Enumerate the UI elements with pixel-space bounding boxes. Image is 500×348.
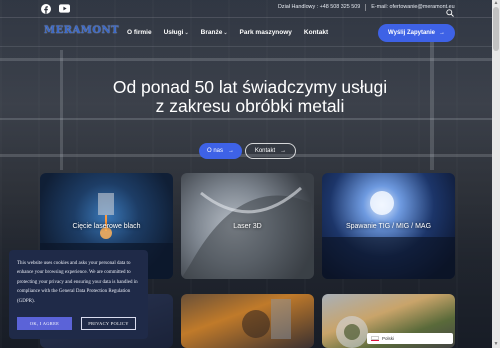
nav-item-o-firmie[interactable]: O firmie: [127, 29, 152, 36]
nav-item-label: Park maszynowy: [239, 29, 292, 36]
cookie-consent-banner: This website uses cookies and asks your …: [9, 250, 148, 339]
youtube-icon[interactable]: [59, 3, 70, 14]
main-navigation: MERAMONT O firmie Usługi⌄ Branże⌄ Park m…: [0, 17, 492, 47]
scroll-down-icon[interactable]: ▼: [492, 341, 500, 348]
logo-text: MERAMONT: [44, 25, 120, 36]
card-label: Laser 3D: [233, 223, 262, 230]
contact-button-label: Kontakt: [254, 148, 276, 154]
cookie-agree-button[interactable]: OK, I AGREE: [17, 317, 72, 330]
top-bar: Dział Handlowy : +48 508 325 509 E-mail:…: [0, 0, 492, 17]
nav-item-kontakt[interactable]: Kontakt: [304, 29, 328, 36]
contact-info: Dział Handlowy : +48 508 325 509 E-mail:…: [278, 4, 455, 11]
arrow-right-icon: →: [280, 148, 287, 154]
nav-item-uslugi[interactable]: Usługi⌄: [164, 29, 189, 36]
nav-menu: O firmie Usługi⌄ Branże⌄ Park maszynowy …: [127, 29, 328, 36]
cookie-text: This website uses cookies and asks your …: [17, 261, 138, 304]
privacy-policy-button[interactable]: PRIVACY POLICY: [81, 317, 136, 330]
logo[interactable]: MERAMONT: [44, 25, 120, 41]
nav-item-label: O firmie: [127, 29, 152, 36]
nav-item-branze[interactable]: Branże⌄: [201, 29, 228, 36]
hero-headline: Od ponad 50 lat świadczymy usługi z zakr…: [112, 77, 388, 116]
about-button-label: O nas: [206, 148, 223, 154]
nav-item-park-maszynowy[interactable]: Park maszynowy: [240, 29, 292, 36]
language-label: Polski: [382, 336, 395, 341]
chevron-down-icon: ⌄: [223, 30, 228, 36]
send-inquiry-label: Wyślij Zapytanie: [388, 30, 435, 36]
poland-flag-icon: [371, 336, 379, 341]
service-card[interactable]: [181, 294, 314, 348]
scroll-up-icon[interactable]: ▲: [492, 0, 500, 7]
phone-text[interactable]: Dział Handlowy : +48 508 325 509: [278, 4, 360, 11]
divider: [365, 4, 367, 11]
card-image: [242, 299, 291, 339]
arrow-right-icon: →: [438, 30, 445, 36]
page-scrollbar[interactable]: ▲ ▼: [492, 0, 500, 348]
service-card-laser-3d[interactable]: Laser 3D: [181, 173, 314, 279]
nav-item-label: Usługi: [163, 29, 184, 36]
nav-item-label: Kontakt: [303, 29, 329, 36]
facebook-icon[interactable]: [40, 3, 51, 14]
send-inquiry-button[interactable]: Wyślij Zapytanie →: [378, 24, 455, 42]
arrow-right-icon: →: [228, 148, 234, 154]
contact-button[interactable]: Kontakt →: [245, 143, 296, 159]
service-card-welding[interactable]: Spawanie TIG / MIG / MAG: [322, 173, 455, 279]
card-label: Cięcie laserowe blach: [72, 223, 141, 230]
card-label: Spawanie TIG / MIG / MAG: [345, 223, 432, 230]
chevron-down-icon: ⌄: [184, 30, 189, 36]
scrollbar-thumb[interactable]: [493, 7, 499, 51]
email-text[interactable]: E-mail: ofertowanie@meramont.eu: [371, 4, 454, 11]
nav-item-label: Branże: [200, 29, 223, 36]
social-links: [40, 3, 70, 14]
about-button[interactable]: O nas →: [199, 143, 242, 159]
language-switcher[interactable]: Polski: [367, 333, 453, 344]
